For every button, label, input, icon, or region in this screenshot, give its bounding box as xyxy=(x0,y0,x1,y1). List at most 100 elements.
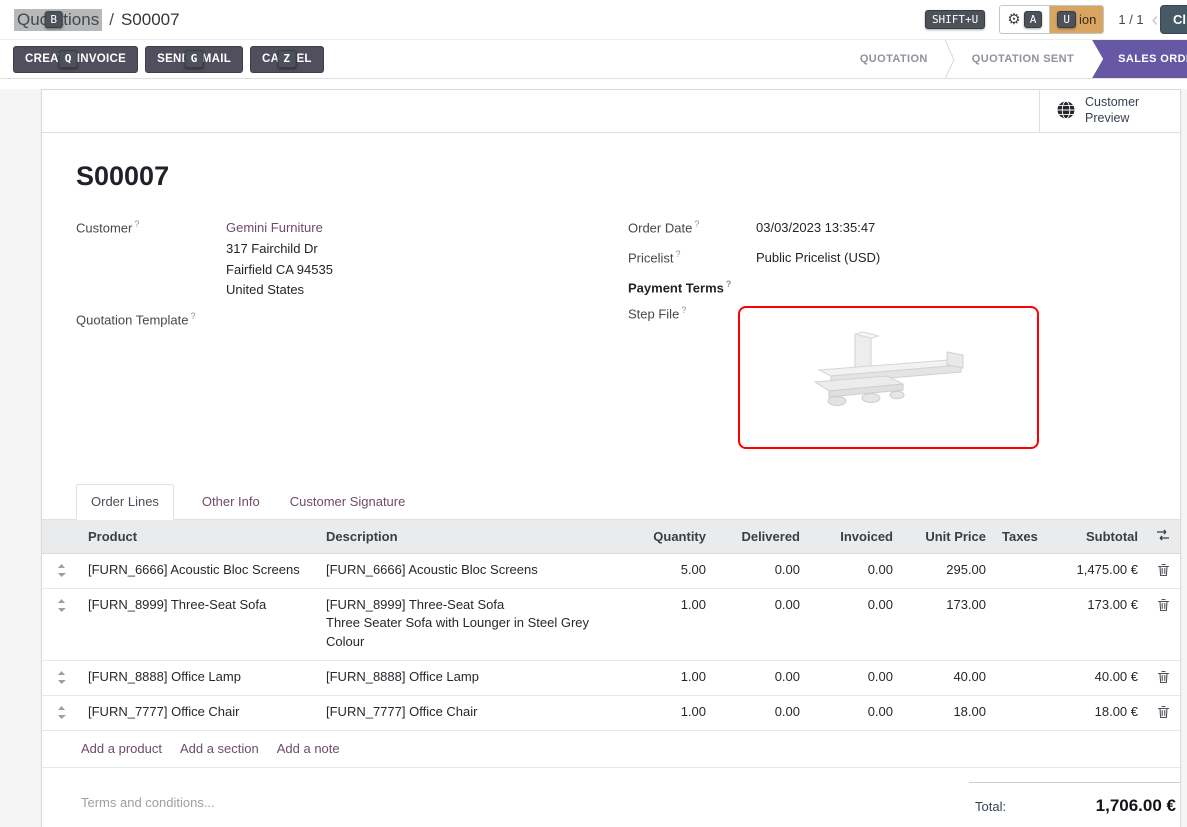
tab-customer-signature[interactable]: Customer Signature xyxy=(288,485,408,519)
stage-sales-order[interactable]: SALES ORDER xyxy=(1092,40,1187,78)
customer-preview-button[interactable]: Customer Preview xyxy=(1039,90,1180,132)
totals-box: Total: 1,706.00 € xyxy=(969,782,1180,827)
unit-price-cell[interactable]: 173.00 xyxy=(901,588,994,660)
add-section-link[interactable]: Add a section xyxy=(180,741,259,756)
drag-handle-icon[interactable] xyxy=(42,695,80,730)
description-cell[interactable]: [FURN_8888] Office Lamp xyxy=(318,660,624,695)
pager-prev-icon[interactable]: ‹ xyxy=(1152,10,1159,30)
taxes-column-header[interactable]: Taxes xyxy=(994,520,1039,554)
tab-other-info[interactable]: Other Info xyxy=(200,485,262,519)
table-row[interactable]: [FURN_6666] Acoustic Bloc Screens [FURN_… xyxy=(42,553,1180,588)
step-file-help-icon[interactable]: ? xyxy=(681,305,686,315)
delivered-cell[interactable]: 0.00 xyxy=(714,553,808,588)
product-cell[interactable]: [FURN_6666] Acoustic Bloc Screens xyxy=(80,553,318,588)
stage-quotation-sent[interactable]: QUOTATION SENT xyxy=(956,40,1090,78)
table-row[interactable]: [FURN_7777] Office Chair [FURN_7777] Off… xyxy=(42,695,1180,730)
hotkey-badge-z: Z xyxy=(277,50,296,68)
optional-columns-button[interactable] xyxy=(1146,520,1180,554)
order-date-help-icon[interactable]: ? xyxy=(694,219,699,229)
drag-handle-icon[interactable] xyxy=(42,553,80,588)
customer-preview-label: Customer Preview xyxy=(1085,95,1147,126)
customer-help-icon[interactable]: ? xyxy=(134,219,139,229)
unit-price-cell[interactable]: 295.00 xyxy=(901,553,994,588)
stage-quotation[interactable]: QUOTATION xyxy=(844,40,944,78)
corner-button[interactable]: Cl xyxy=(1160,5,1187,34)
delete-row-button[interactable] xyxy=(1146,588,1180,660)
delivered-column-header[interactable]: Delivered xyxy=(714,520,808,554)
description-cell[interactable]: [FURN_6666] Acoustic Bloc Screens xyxy=(318,553,624,588)
quantity-cell[interactable]: 1.00 xyxy=(624,695,714,730)
step-file-3d-render xyxy=(779,322,999,432)
quantity-column-header[interactable]: Quantity xyxy=(624,520,714,554)
order-lines-table: Product Description Quantity Delivered I… xyxy=(42,520,1180,731)
description-cell[interactable]: [FURN_7777] Office Chair xyxy=(318,695,624,730)
taxes-cell[interactable] xyxy=(994,660,1039,695)
description-column-header[interactable]: Description xyxy=(318,520,624,554)
delete-row-button[interactable] xyxy=(1146,695,1180,730)
hotkey-badge-a: A xyxy=(1024,11,1043,29)
unit-price-cell[interactable]: 18.00 xyxy=(901,695,994,730)
send-email-button[interactable]: SEND EMAIL G xyxy=(145,46,243,73)
unit-price-cell[interactable]: 40.00 xyxy=(901,660,994,695)
breadcrumb-parent[interactable]: Quotations B xyxy=(14,9,102,31)
description-cell[interactable]: [FURN_8999] Three-Seat Sofa Three Seater… xyxy=(318,588,624,660)
delivered-cell[interactable]: 0.00 xyxy=(714,660,808,695)
table-row[interactable]: [FURN_8999] Three-Seat Sofa [FURN_8999] … xyxy=(42,588,1180,660)
invoiced-cell[interactable]: 0.00 xyxy=(808,588,901,660)
page-title: S00007 xyxy=(76,161,1140,192)
globe-icon xyxy=(1056,100,1076,123)
order-date-field: Order Date? 03/03/2023 13:35:47 xyxy=(628,218,1140,239)
step-file-label-text: Step File xyxy=(628,306,679,321)
taxes-cell[interactable] xyxy=(994,695,1039,730)
customer-label-text: Customer xyxy=(76,220,132,235)
add-note-link[interactable]: Add a note xyxy=(277,741,340,756)
delete-row-button[interactable] xyxy=(1146,660,1180,695)
pricelist-help-icon[interactable]: ? xyxy=(676,249,681,259)
form-column-right: Order Date? 03/03/2023 13:35:47 Pricelis… xyxy=(628,218,1140,458)
quantity-cell[interactable]: 5.00 xyxy=(624,553,714,588)
delivered-cell[interactable]: 0.00 xyxy=(714,695,808,730)
quantity-cell[interactable]: 1.00 xyxy=(624,660,714,695)
drag-handle-icon[interactable] xyxy=(42,660,80,695)
action-button-label: ion xyxy=(1079,12,1096,27)
invoiced-column-header[interactable]: Invoiced xyxy=(808,520,901,554)
description-main: [FURN_7777] Office Chair xyxy=(326,704,616,719)
product-cell[interactable]: [FURN_7777] Office Chair xyxy=(80,695,318,730)
top-controls: SHIFT+U ⚙ A U ion 1 / 1 ‹ › xyxy=(925,5,1173,34)
unit-price-column-header[interactable]: Unit Price xyxy=(901,520,994,554)
pricelist-label: Pricelist? xyxy=(628,248,756,269)
product-cell[interactable]: [FURN_8999] Three-Seat Sofa xyxy=(80,588,318,660)
terms-placeholder[interactable]: Terms and conditions... xyxy=(81,768,215,827)
customer-link[interactable]: Gemini Furniture xyxy=(226,220,323,235)
table-row[interactable]: [FURN_8888] Office Lamp [FURN_8888] Offi… xyxy=(42,660,1180,695)
quantity-cell[interactable]: 1.00 xyxy=(624,588,714,660)
payment-terms-help-icon[interactable]: ? xyxy=(726,279,732,289)
subtotal-cell: 40.00 € xyxy=(1039,660,1146,695)
add-product-link[interactable]: Add a product xyxy=(81,741,162,756)
product-cell[interactable]: [FURN_8888] Office Lamp xyxy=(80,660,318,695)
taxes-cell[interactable] xyxy=(994,588,1039,660)
description-extra: Three Seater Sofa with Lounger in Steel … xyxy=(326,614,616,652)
quotation-template-help-icon[interactable]: ? xyxy=(191,311,196,321)
pager-counter: 1 / 1 xyxy=(1118,12,1143,27)
bottom-zone: Terms and conditions... Total: 1,706.00 … xyxy=(42,768,1180,827)
drag-handle-icon[interactable] xyxy=(42,588,80,660)
gear-button[interactable]: ⚙ A xyxy=(1000,6,1049,33)
subtotal-column-header[interactable]: Subtotal xyxy=(1039,520,1146,554)
payment-terms-label-text: Payment Terms xyxy=(628,280,724,295)
pricelist-value[interactable]: Public Pricelist (USD) xyxy=(756,248,880,269)
control-bar: CREATE INVOICE Q SEND EMAIL G CANCEL Z Q… xyxy=(0,40,1187,79)
invoiced-cell[interactable]: 0.00 xyxy=(808,660,901,695)
create-invoice-button[interactable]: CREATE INVOICE Q xyxy=(13,46,138,73)
invoiced-cell[interactable]: 0.00 xyxy=(808,553,901,588)
invoiced-cell[interactable]: 0.00 xyxy=(808,695,901,730)
step-file-preview-image[interactable] xyxy=(738,306,1039,449)
product-column-header[interactable]: Product xyxy=(80,520,318,554)
tab-order-lines[interactable]: Order Lines xyxy=(76,484,174,520)
cancel-button[interactable]: CANCEL Z xyxy=(250,46,324,73)
delivered-cell[interactable]: 0.00 xyxy=(714,588,808,660)
taxes-cell[interactable] xyxy=(994,553,1039,588)
action-button[interactable]: U ion xyxy=(1049,6,1103,33)
delete-row-button[interactable] xyxy=(1146,553,1180,588)
order-date-value[interactable]: 03/03/2023 13:35:47 xyxy=(756,218,875,239)
